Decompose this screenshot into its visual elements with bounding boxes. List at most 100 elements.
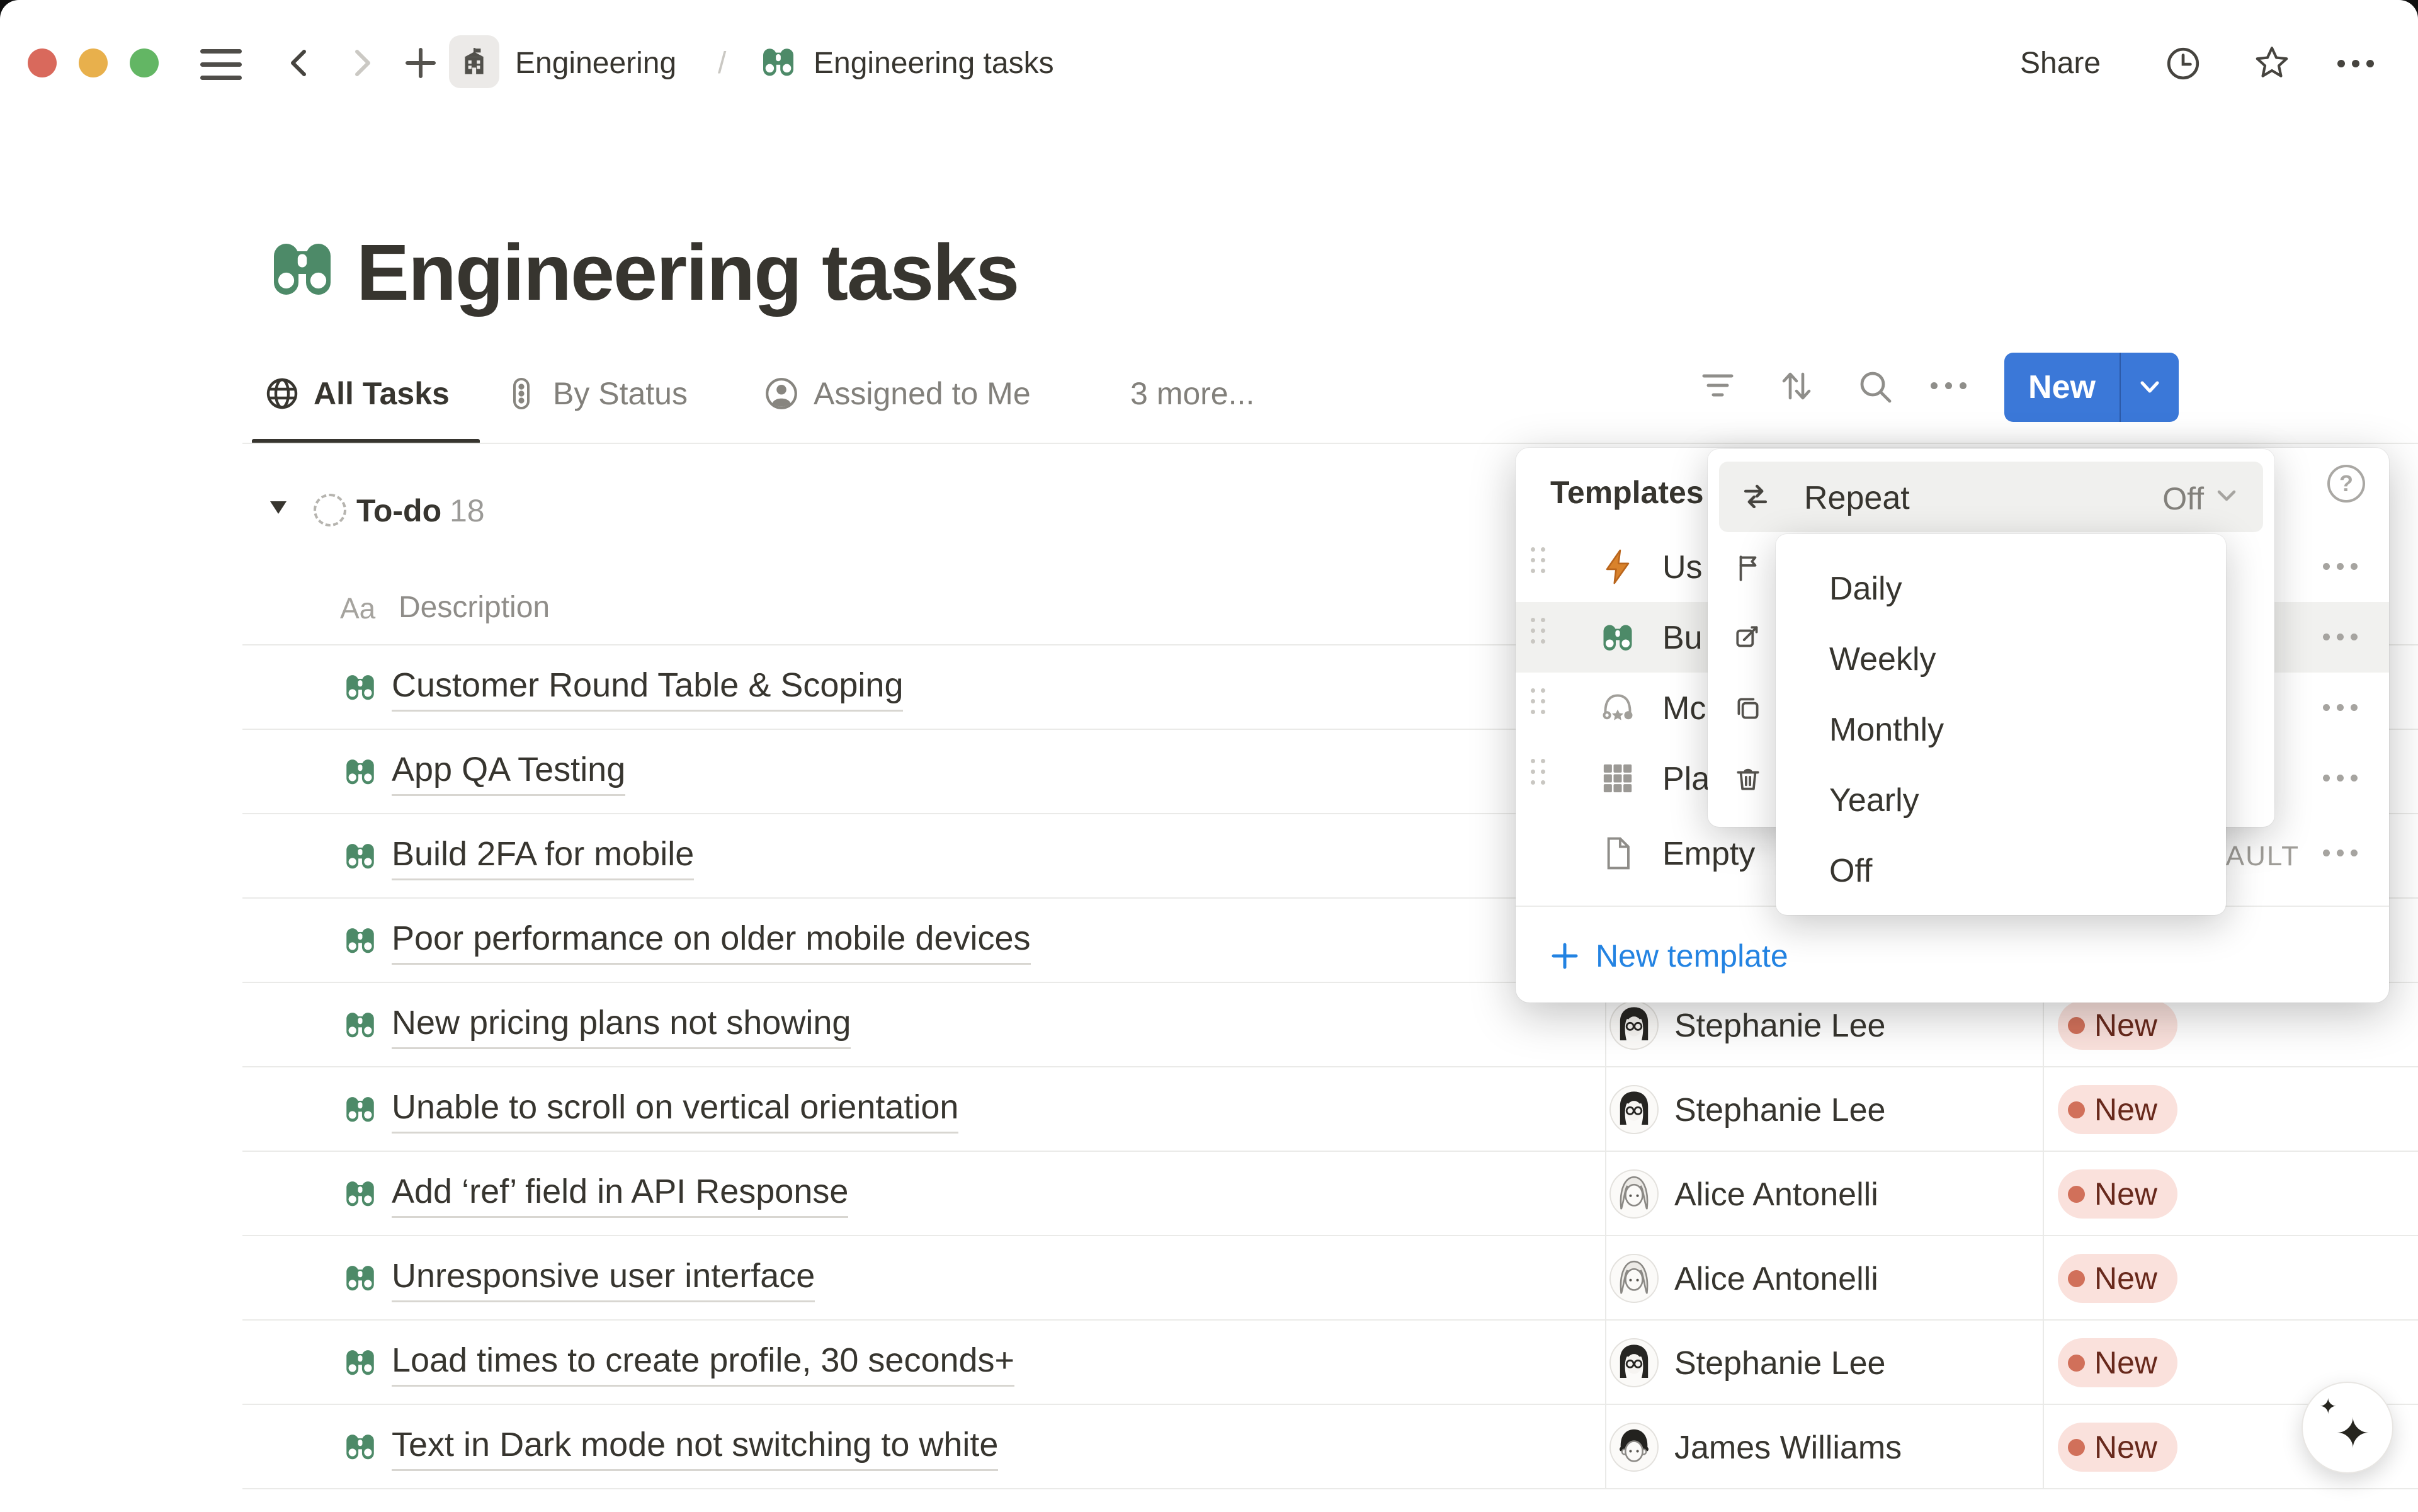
repeat-option-weekly[interactable]: Weekly [1776,628,2226,691]
table-row[interactable]: Load times to create profile, 30 seconds… [242,1321,2418,1405]
drag-handle-icon[interactable] [1531,618,1545,644]
task-title[interactable]: App QA Testing [392,750,625,796]
tab-more-views[interactable]: 3 more... [1130,375,1254,412]
status-badge[interactable]: New [2058,1338,2177,1387]
tab-assigned-to-me[interactable]: Assigned to Me [763,375,1031,412]
assignee-name[interactable]: Alice Antonelli [1674,1260,1878,1298]
edit-icon[interactable] [1733,623,1763,653]
status-badge[interactable]: New [2058,1001,2177,1050]
chevron-down-icon [2139,380,2160,394]
building-icon [458,46,490,77]
status-board-icon [504,376,539,411]
duplicate-icon[interactable] [1733,693,1763,724]
filter-button[interactable] [1700,370,1735,401]
table-row[interactable]: Add ‘ref’ field in API Response Alice An… [242,1152,2418,1236]
view-options-button[interactable] [1931,382,1967,389]
flag-icon[interactable] [1733,552,1763,583]
avatar-stephanie [1611,1086,1657,1133]
history-button[interactable] [2165,45,2201,82]
template-more-button[interactable] [2323,703,2364,714]
status-label: New [2094,1344,2157,1381]
status-badge[interactable]: New [2058,1169,2177,1219]
task-title[interactable]: Build 2FA for mobile [392,834,694,880]
more-actions-button[interactable] [2337,59,2374,71]
task-title[interactable]: Load times to create profile, 30 seconds… [392,1341,1014,1387]
star-icon [2253,44,2291,82]
tab-label: All Tasks [314,375,450,412]
avatar [1609,1169,1659,1219]
breadcrumb-workspace-icon[interactable] [449,35,499,88]
task-icon [342,669,378,705]
repeat-option-monthly[interactable]: Monthly [1776,698,2226,761]
task-title[interactable]: Customer Round Table & Scoping [392,666,903,712]
search-icon [1856,368,1894,406]
avatar-stephanie [1611,1002,1657,1049]
table-row[interactable]: Unable to scroll on vertical orientation… [242,1067,2418,1152]
drag-handle-icon[interactable] [1531,688,1545,714]
task-title[interactable]: Unable to scroll on vertical orientation [392,1088,958,1134]
status-dot [2068,1270,2085,1287]
binoculars-icon [342,753,378,790]
chevron-left-icon [283,47,316,79]
page-icon[interactable] [264,230,340,306]
avatar [1609,1254,1659,1303]
table-row[interactable]: Unresponsive user interface Alice Antone… [242,1236,2418,1321]
forward-button[interactable] [345,47,378,79]
plus-icon [1550,941,1579,970]
column-header-description[interactable]: Description [399,590,550,625]
breadcrumb-separator: / [718,46,726,81]
task-title[interactable]: Poor performance on older mobile devices [392,919,1031,965]
task-title[interactable]: New pricing plans not showing [392,1003,851,1049]
new-button-dropdown[interactable] [2121,353,2179,422]
sidebar-toggle-menu-icon[interactable] [200,49,242,80]
task-title[interactable]: Add ‘ref’ field in API Response [392,1172,848,1218]
favorite-button[interactable] [2253,44,2291,82]
new-button[interactable]: New [2004,353,2120,422]
share-button[interactable]: Share [2020,46,2101,81]
assignee-name[interactable]: Stephanie Lee [1674,1091,1885,1129]
avatar [1609,1338,1659,1387]
task-title[interactable]: Text in Dark mode not switching to white [392,1425,998,1471]
status-badge[interactable]: New [2058,1423,2177,1472]
traffic-minimize-button[interactable] [79,48,108,77]
drag-handle-icon[interactable] [1531,759,1545,785]
avatar [1609,1085,1659,1134]
repeat-menu-item[interactable]: Repeat Off [1719,462,2263,532]
assignee-name[interactable]: Stephanie Lee [1674,1007,1885,1045]
template-more-button[interactable] [2323,848,2364,860]
template-more-button[interactable] [2323,562,2364,573]
status-label: New [2094,1091,2157,1128]
new-page-button[interactable] [403,45,438,81]
breadcrumb-page[interactable]: Engineering tasks [814,46,1054,81]
back-button[interactable] [283,47,316,79]
task-title[interactable]: Unresponsive user interface [392,1256,815,1302]
status-badge[interactable]: New [2058,1254,2177,1303]
tab-all-tasks[interactable]: All Tasks [264,375,450,412]
tab-by-status[interactable]: By Status [504,375,688,412]
repeat-option-daily[interactable]: Daily [1776,557,2226,620]
drag-handle-icon[interactable] [1531,547,1545,573]
group-name[interactable]: To-do [356,492,441,529]
ai-assistant-button[interactable]: ✦ ✦ [2302,1382,2393,1474]
group-collapse-toggle[interactable] [270,500,287,515]
sort-button[interactable] [1777,367,1816,406]
assignee-name[interactable]: James Williams [1674,1429,1902,1467]
repeat-option-off[interactable]: Off [1776,839,2226,902]
assignee-name[interactable]: Stephanie Lee [1674,1344,1885,1382]
table-row[interactable]: Text in Dark mode not switching to white… [242,1405,2418,1489]
repeat-option-yearly[interactable]: Yearly [1776,769,2226,832]
new-template-button[interactable]: New template [1550,938,1788,974]
traffic-zoom-button[interactable] [130,48,159,77]
assignee-name[interactable]: Alice Antonelli [1674,1176,1878,1214]
search-database-button[interactable] [1856,368,1894,406]
avatar [1609,1423,1659,1472]
help-icon[interactable]: ? [2327,465,2365,503]
traffic-close-button[interactable] [28,48,57,77]
trash-icon[interactable] [1733,764,1763,794]
breadcrumb-workspace[interactable]: Engineering [515,46,676,81]
status-dot [2068,1355,2085,1372]
task-icon [342,1175,378,1212]
template-more-button[interactable] [2323,773,2364,785]
template-more-button[interactable] [2323,632,2364,644]
status-badge[interactable]: New [2058,1085,2177,1134]
